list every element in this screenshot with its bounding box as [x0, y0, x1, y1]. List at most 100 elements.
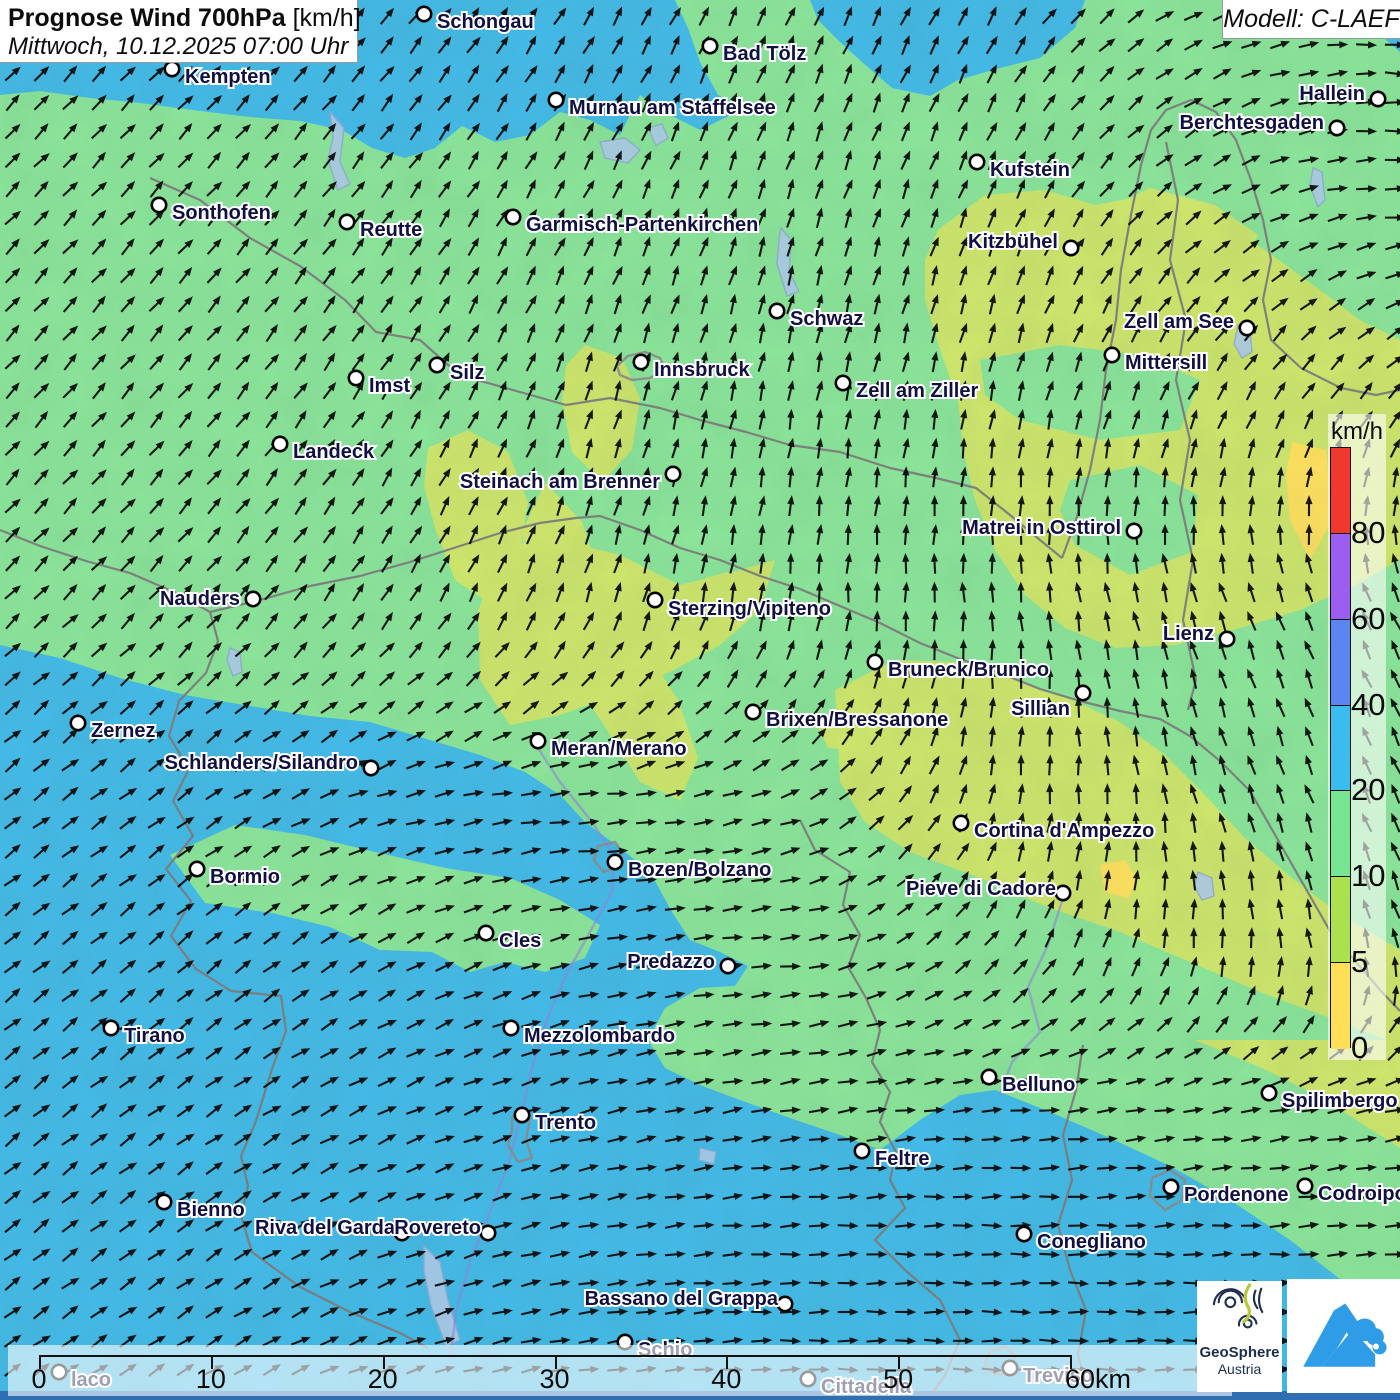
city-marker — [970, 155, 984, 169]
city-label: Bozen/Bolzano — [628, 859, 771, 881]
city-marker — [246, 592, 260, 606]
city-bassano-del-grappa: Bassano del Grappa — [585, 1288, 793, 1311]
city-marker — [364, 761, 378, 775]
city-marker — [634, 355, 648, 369]
city-label: Tirano — [124, 1025, 185, 1047]
legend-tick-label: 80 — [1351, 516, 1385, 550]
geosphere-austria-logo: GeoSphere Austria — [1197, 1281, 1282, 1392]
city-label: Lienz — [1163, 623, 1214, 645]
city-label: Landeck — [293, 441, 375, 463]
city-marker — [1127, 524, 1141, 538]
legend-tick-label: 5 — [1351, 945, 1368, 979]
city-label: Berchtesgaden — [1180, 112, 1325, 134]
legend-tick-label: 60 — [1351, 602, 1385, 636]
city-marker — [104, 1021, 118, 1035]
city-marker — [721, 959, 735, 973]
city-label: Kufstein — [990, 159, 1070, 181]
title-parameter: Prognose Wind 700hPa — [8, 4, 286, 32]
city-marker — [770, 304, 784, 318]
city-marker — [1064, 241, 1078, 255]
scalebar-label: 40 — [711, 1364, 741, 1395]
city-marker — [1164, 1180, 1178, 1194]
city-label: Silz — [450, 362, 484, 384]
city-marker — [157, 1195, 171, 1209]
city-label: Codroipo — [1318, 1183, 1400, 1205]
legend-tick-label: 0 — [1351, 1031, 1368, 1065]
city-label: Sillian — [1011, 698, 1070, 720]
geosphere-logo-country: Austria — [1197, 1361, 1282, 1377]
legend-tick-label: 40 — [1351, 688, 1385, 722]
city-spilimbergo: Spilimbergo — [1262, 1086, 1398, 1112]
city-marker — [549, 93, 563, 107]
city-label: Kitzbühel — [968, 231, 1058, 253]
city-marker — [417, 7, 431, 21]
city-steinach-am-brenner: Steinach am Brenner — [460, 467, 680, 493]
city-label: Predazzo — [627, 951, 715, 973]
city-marker — [190, 862, 204, 876]
city-label: Innsbruck — [654, 359, 750, 381]
city-marker — [778, 1297, 792, 1311]
city-marker — [608, 855, 622, 869]
city-label: Steinach am Brenner — [460, 471, 660, 493]
weather-map: SchongauBad TölzKemptenMurnau am Staffel… — [0, 0, 1400, 1400]
scalebar-label: 10 — [196, 1364, 226, 1395]
legend-tick-label: 20 — [1351, 773, 1385, 807]
city-marker — [1262, 1086, 1276, 1100]
city-garmisch-partenkirchen: Garmisch-Partenkirchen — [506, 210, 759, 236]
legend-color-segment-60 — [1331, 534, 1350, 620]
city-marker — [340, 215, 354, 229]
city-label: Matrei in Osttirol — [962, 517, 1121, 539]
city-label: Bormio — [210, 866, 280, 888]
scalebar-label: 50 — [883, 1364, 913, 1395]
city-marker — [1017, 1227, 1031, 1241]
city-label: Trento — [535, 1112, 596, 1134]
city-marker — [954, 816, 968, 830]
city-marker — [531, 734, 545, 748]
city-label: Nauders — [160, 588, 240, 610]
partner-mountain-logo — [1287, 1279, 1400, 1393]
city-label: Belluno — [1002, 1074, 1075, 1096]
city-label: Brixen/Bressanone — [766, 709, 948, 731]
city-label: Kempten — [185, 66, 271, 88]
city-label: Zell am See — [1124, 311, 1234, 333]
map-title: Prognose Wind 700hPa [km/h] — [8, 3, 349, 33]
scalebar-label: 30 — [539, 1364, 569, 1395]
distance-scalebar: 0102030405060km — [8, 1345, 1232, 1396]
city-marker — [479, 926, 493, 940]
city-conegliano: Conegliano — [1017, 1227, 1146, 1253]
city-marker — [1056, 886, 1070, 900]
city-brixen-bressanone: Brixen/Bressanone — [746, 705, 948, 731]
city-label: Mezzolombardo — [524, 1025, 675, 1047]
city-label: Pordenone — [1184, 1184, 1288, 1206]
legend-color-segment-0 — [1331, 963, 1350, 1049]
city-label: Cortina d'Ampezzo — [974, 820, 1154, 842]
city-marker — [273, 437, 287, 451]
city-label: Bruneck/Brunico — [888, 659, 1049, 681]
city-label: Bassano del Grappa — [585, 1288, 779, 1310]
city-label: Bienno — [177, 1199, 245, 1221]
city-label: Cles — [499, 930, 541, 952]
geosphere-logo-name: GeoSphere — [1197, 1345, 1282, 1361]
city-rovereto: Rovereto — [394, 1217, 495, 1240]
city-marker — [648, 593, 662, 607]
city-bozen-bolzano: Bozen/Bolzano — [608, 855, 772, 881]
city-mezzolombardo: Mezzolombardo — [504, 1021, 675, 1047]
scalebar-label: 60km — [1065, 1364, 1131, 1395]
city-marker — [666, 467, 680, 481]
wind-speed-legend: km/h 806040201050 — [1328, 414, 1386, 1060]
city-marker — [1371, 92, 1385, 106]
city-label: Schongau — [437, 11, 534, 33]
city-marker — [515, 1108, 529, 1122]
legend-color-segment-5 — [1331, 877, 1350, 963]
city-marker — [1330, 121, 1344, 135]
city-label: Hallein — [1299, 83, 1365, 105]
city-marker — [152, 198, 166, 212]
city-matrei-in-osttirol: Matrei in Osttirol — [962, 517, 1141, 539]
city-label: Riva del Garda — [255, 1217, 396, 1239]
city-marker — [430, 358, 444, 372]
city-marker — [855, 1144, 869, 1158]
city-label: Imst — [369, 375, 410, 397]
city-label: Mittersill — [1125, 352, 1207, 374]
city-pieve-di-cadore: Pieve di Cadore — [906, 878, 1070, 900]
city-label: Conegliano — [1037, 1231, 1146, 1253]
